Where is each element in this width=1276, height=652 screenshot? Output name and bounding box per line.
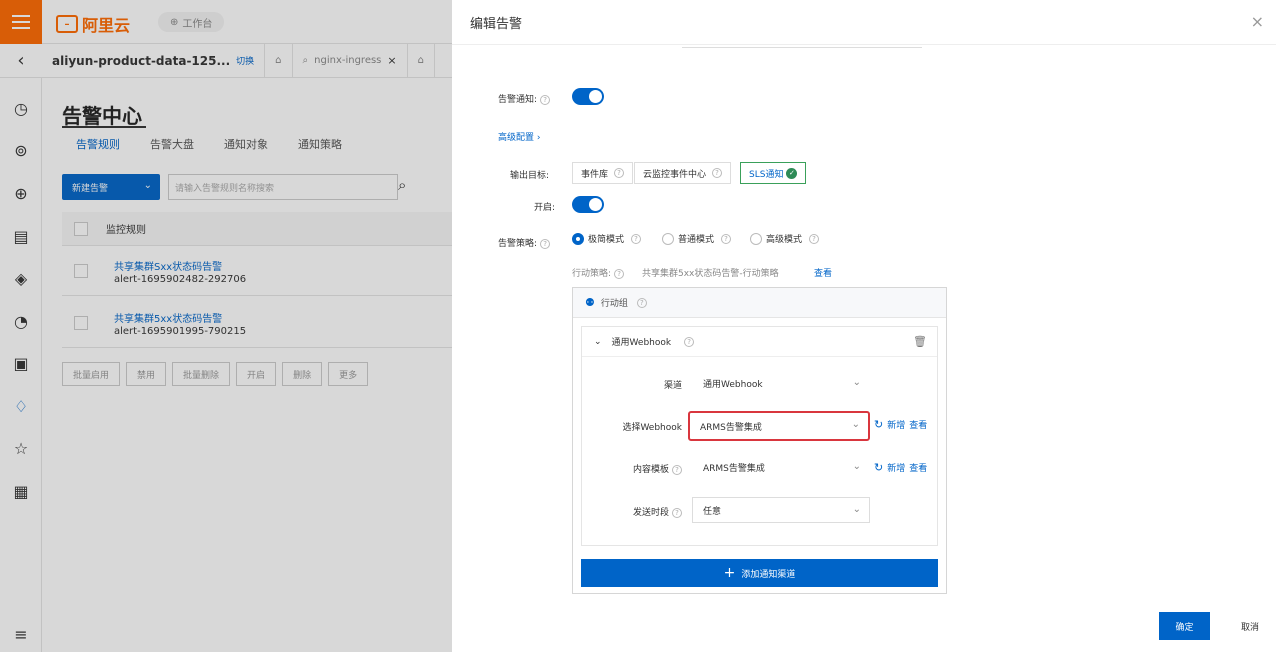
edit-alert-drawer: 编辑告警 × 告警通知:? 高级配置 › 输出目标: 事件库? 云监控事件中心?… [452, 0, 1276, 652]
help-icon[interactable]: ? [614, 168, 625, 178]
help-icon[interactable]: ? [540, 94, 551, 105]
notify-switch[interactable] [572, 88, 604, 105]
target-event-store[interactable]: 事件库? [572, 162, 634, 184]
help-icon[interactable]: ? [631, 233, 642, 244]
send-period-label: 发送时段? [582, 505, 682, 518]
channel-label: 渠道 [663, 381, 682, 391]
chevron-down-icon[interactable]: ⌄ [594, 337, 602, 347]
refresh-icon[interactable]: ↻ [874, 461, 883, 474]
policy-simple-radio[interactable]: 极简模式? [572, 232, 642, 245]
chevron-down-icon: ⌄ [852, 504, 861, 515]
target-sls-notify[interactable]: SLS通知 ✓ [740, 162, 807, 184]
view-webhook-link[interactable]: 查看 [909, 418, 927, 431]
chevron-down-icon: ⌄ [852, 461, 861, 472]
webhook-channel-header[interactable]: ⌄ 通用Webhook? [582, 327, 937, 357]
send-period-select[interactable]: 任意 ⌄ [692, 497, 870, 523]
divider [682, 47, 922, 48]
new-template-link[interactable]: 新增 [887, 461, 905, 474]
advanced-config-link[interactable]: 高级配置 › [498, 130, 541, 143]
notify-label: 告警通知:? [498, 92, 551, 105]
confirm-button[interactable]: 确定 [1159, 612, 1210, 640]
chevron-right-icon: › [536, 133, 541, 143]
policy-normal-radio[interactable]: 普通模式? [662, 232, 732, 245]
help-icon[interactable]: ? [721, 233, 732, 244]
webhook-select[interactable]: ARMS告警集成 ⌄ [688, 411, 870, 441]
radio-dot [662, 232, 674, 245]
content-template-label: 内容模板? [582, 462, 682, 475]
enable-switch[interactable] [572, 196, 604, 213]
help-icon[interactable]: ? [540, 238, 551, 249]
help-icon[interactable]: ? [712, 168, 723, 178]
close-icon[interactable]: × [1251, 12, 1264, 31]
output-target-label: 输出目标: [510, 171, 550, 181]
cancel-button[interactable]: 取消 [1230, 612, 1270, 640]
action-policy-label: 行动策略:? [572, 266, 625, 279]
add-channel-button[interactable]: + 添加通知渠道 [581, 559, 938, 587]
channel-select[interactable]: 通用Webhook ⌄ [692, 370, 870, 396]
policy-advanced-radio[interactable]: 高级模式? [750, 232, 820, 245]
view-policy-link[interactable]: 查看 [814, 266, 832, 279]
help-icon[interactable]: ? [684, 336, 695, 347]
help-icon[interactable]: ? [672, 507, 682, 518]
select-webhook-label: 选择Webhook [622, 423, 682, 433]
action-policy-value: 共享集群5xx状态码告警-行动策略 [642, 269, 779, 279]
radio-dot [750, 232, 762, 245]
target-cms-event-center[interactable]: 云监控事件中心? [634, 162, 732, 184]
content-template-select[interactable]: ARMS告警集成 ⌄ [692, 454, 870, 480]
trash-icon[interactable]: 🗑 [913, 335, 927, 348]
plus-icon: + [723, 565, 736, 581]
enable-label: 开启: [534, 203, 556, 213]
divider [452, 44, 1276, 45]
webhook-channel-card: ⌄ 通用Webhook? 🗑 渠道 通用Webhook ⌄ 选择Webhook A… [581, 326, 938, 546]
action-group-card: ⚉ 行动组? ⌄ 通用Webhook? 🗑 渠道 通用Webhook ⌄ 选择We… [572, 287, 947, 594]
chevron-down-icon: ⌄ [852, 377, 861, 388]
chevron-down-icon: ⌄ [851, 419, 860, 430]
alert-policy-label: 告警策略:? [498, 236, 551, 249]
user-group-icon: ⚉ [585, 296, 595, 309]
radio-dot [572, 232, 584, 245]
help-icon[interactable]: ? [809, 233, 820, 244]
webhook-actions: ↻ 新增 查看 [874, 418, 927, 431]
refresh-icon[interactable]: ↻ [874, 418, 883, 431]
check-circle-icon: ✓ [786, 167, 798, 179]
template-actions: ↻ 新增 查看 [874, 461, 927, 474]
action-group-header: ⚉ 行动组? [573, 288, 946, 318]
modal-overlay[interactable] [0, 0, 452, 652]
help-icon[interactable]: ? [672, 464, 682, 475]
view-template-link[interactable]: 查看 [909, 461, 927, 474]
new-webhook-link[interactable]: 新增 [887, 418, 905, 431]
help-icon[interactable]: ? [614, 268, 625, 279]
drawer-title: 编辑告警 [470, 17, 523, 32]
help-icon[interactable]: ? [636, 297, 647, 308]
